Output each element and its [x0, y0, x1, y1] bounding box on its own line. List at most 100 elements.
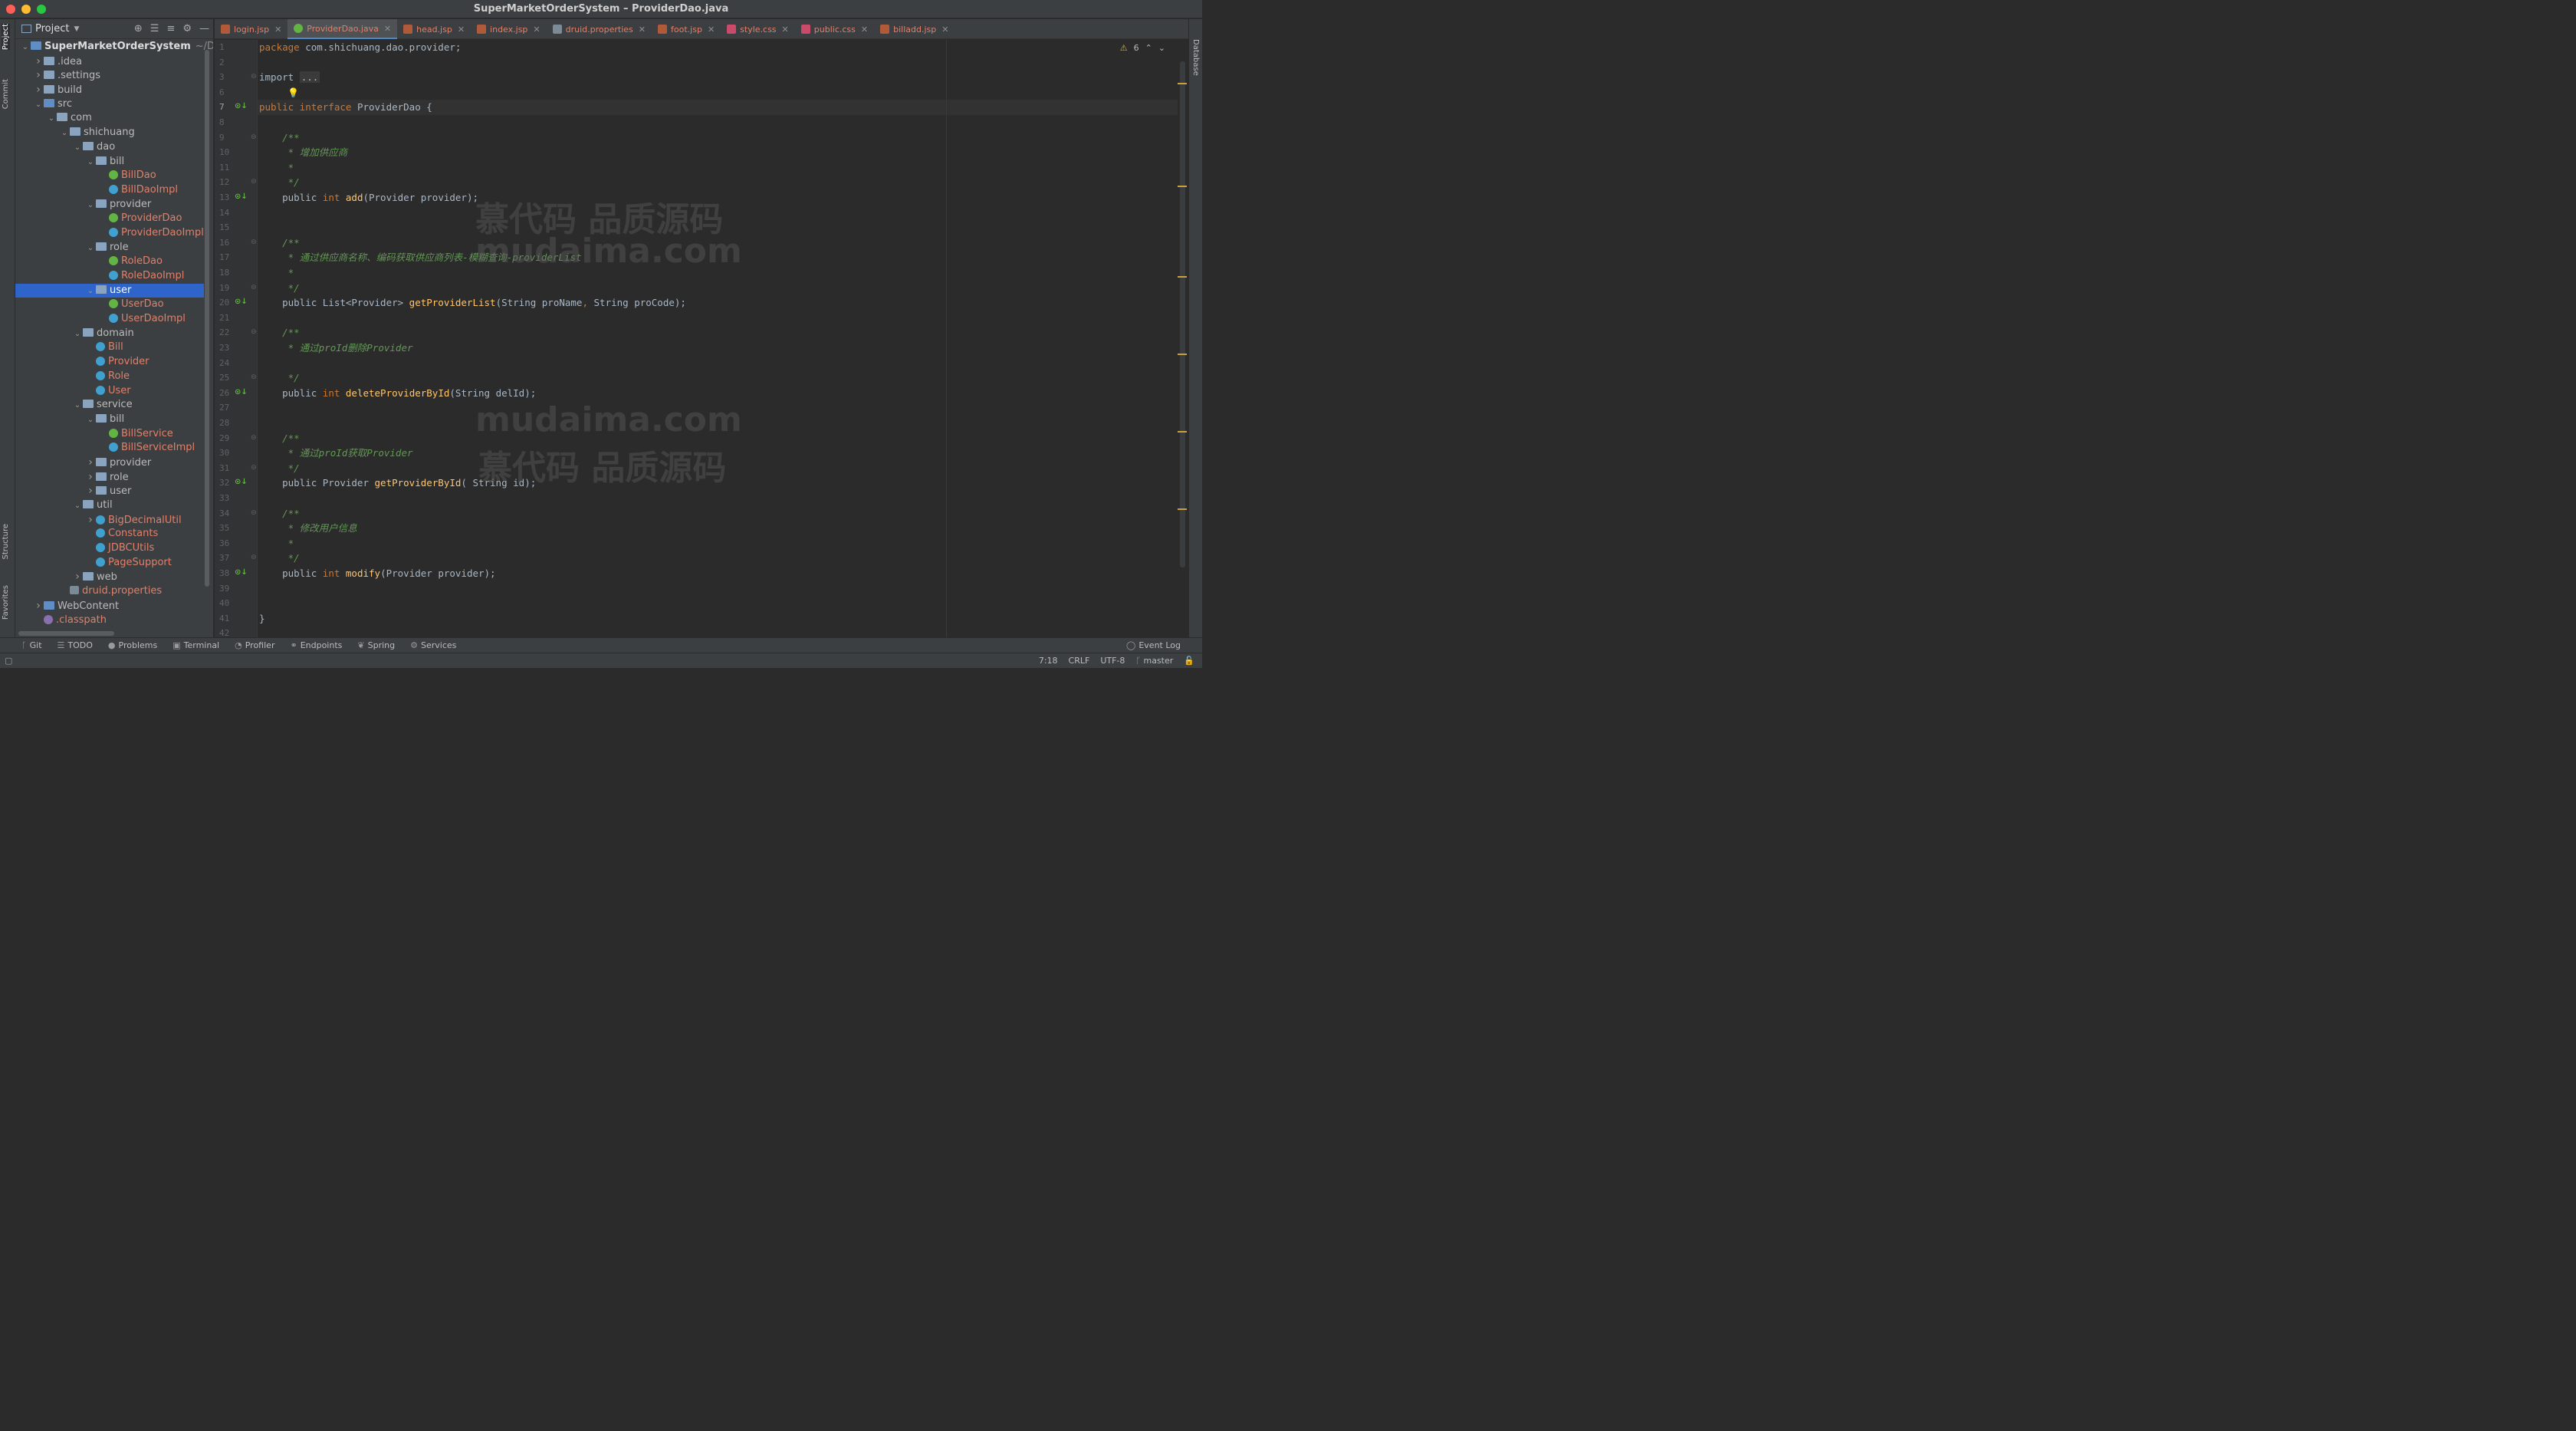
code-line[interactable]: * [259, 536, 294, 551]
fold-toggle-icon[interactable]: ⊖ [251, 464, 257, 472]
editor-gutter[interactable]: 1 2 3 ⊖ 6 7 ⊙↓ 8 9 ⊖ 10 11 12 ⊖ 13 ⊙↓ 14 15 16 ⊖ 17 18 19 ⊖ 20 ⊙↓… [215, 40, 258, 637]
fold-toggle-icon[interactable]: ⊖ [251, 554, 257, 561]
tree-item[interactable]: › build [15, 83, 213, 97]
code-line[interactable]: import ... [259, 70, 320, 85]
code-line[interactable]: /** [259, 235, 300, 251]
locate-icon[interactable]: ⊕ [134, 23, 143, 35]
line-number[interactable]: 17 [219, 252, 236, 262]
code-editor[interactable]: 1 2 3 ⊖ 6 7 ⊙↓ 8 9 ⊖ 10 11 12 ⊖ 13 ⊙↓ 14 15 16 ⊖ 17 18 19 ⊖ 20 ⊙↓… [215, 40, 1188, 637]
line-number[interactable]: 2 [219, 58, 236, 67]
tree-item[interactable]: druid.properties [15, 584, 213, 599]
error-stripe-mark[interactable] [1178, 186, 1187, 187]
implemented-marker-icon[interactable]: ⊙↓ [235, 298, 248, 306]
editor-scrollbar[interactable] [1180, 61, 1185, 567]
line-number[interactable]: 35 [219, 523, 236, 533]
implemented-marker-icon[interactable]: ⊙↓ [235, 568, 248, 577]
chevron-down-icon[interactable]: ⌄ [85, 199, 96, 213]
tool-window-problems[interactable]: ● Problems [108, 640, 157, 650]
code-line[interactable]: public List<Provider> getProviderList(St… [259, 295, 686, 311]
fold-toggle-icon[interactable]: ⊖ [251, 133, 257, 141]
chevron-right-icon[interactable]: › [33, 54, 44, 69]
tree-item[interactable]: ⌄ bill [15, 413, 213, 427]
line-number[interactable]: 25 [219, 373, 236, 383]
line-number[interactable]: 15 [219, 222, 236, 232]
tree-item[interactable]: UserDao [15, 298, 213, 312]
tree-item[interactable]: › role [15, 470, 213, 485]
close-tab-icon[interactable]: ✕ [274, 25, 281, 35]
editor-tab[interactable]: foot.jsp ✕ [652, 19, 721, 39]
code-line[interactable]: public interface ProviderDao { [259, 100, 432, 115]
tree-item[interactable]: User [15, 384, 213, 399]
code-line[interactable]: public int deleteProviderById(String del… [259, 386, 536, 401]
tree-item[interactable]: BillDaoImpl [15, 183, 213, 198]
line-number[interactable]: 12 [219, 177, 236, 187]
line-number[interactable]: 38 [219, 568, 236, 578]
code-line[interactable]: * 增加供应商 [259, 145, 348, 160]
project-vertical-scrollbar[interactable] [205, 50, 209, 587]
code-line[interactable]: */ [259, 461, 300, 476]
implemented-marker-icon[interactable]: ⊙↓ [235, 388, 248, 396]
code-line[interactable]: } [259, 611, 265, 627]
editor-tab[interactable]: ProviderDao.java ✕ [288, 19, 398, 39]
next-highlight-icon[interactable]: ⌄ [1158, 43, 1165, 53]
fold-toggle-icon[interactable]: ⊖ [251, 434, 257, 442]
line-number[interactable]: 16 [219, 238, 236, 248]
close-tab-icon[interactable]: ✕ [384, 24, 391, 34]
line-number[interactable]: 9 [219, 133, 236, 143]
line-number[interactable]: 22 [219, 327, 236, 337]
error-stripe-mark[interactable] [1178, 508, 1187, 510]
tool-window-todo[interactable]: ☰ TODO [58, 640, 93, 650]
tree-item[interactable]: ProviderDao [15, 212, 213, 226]
error-stripe-mark[interactable] [1178, 431, 1187, 433]
line-number[interactable]: 40 [219, 598, 236, 608]
previous-highlight-icon[interactable]: ⌃ [1145, 43, 1152, 53]
chevron-right-icon[interactable]: › [72, 570, 83, 584]
lock-icon[interactable]: 🔓 [1184, 656, 1194, 666]
tree-item[interactable]: › .settings [15, 68, 213, 83]
tree-item[interactable]: › user [15, 484, 213, 498]
line-number[interactable]: 37 [219, 553, 236, 563]
code-line[interactable]: * 修改用户信息 [259, 521, 357, 536]
commit-tool-button[interactable]: Commit [2, 79, 10, 109]
error-stripe-mark[interactable] [1178, 276, 1187, 278]
line-number[interactable]: 8 [219, 117, 236, 127]
chevron-right-icon[interactable]: › [85, 484, 96, 498]
line-number[interactable]: 20 [219, 298, 236, 308]
tree-item[interactable]: .classpath [15, 614, 213, 628]
gear-icon[interactable]: ⚙ [182, 23, 192, 35]
code-line[interactable]: */ [259, 551, 300, 566]
code-line[interactable]: /** [259, 325, 300, 340]
editor-tab[interactable]: public.css ✕ [795, 19, 874, 39]
line-number[interactable]: 34 [219, 508, 236, 518]
tree-item[interactable]: ⌄ dao [15, 140, 213, 155]
tool-window-terminal[interactable]: ▣ Terminal [172, 640, 219, 650]
line-number[interactable]: 36 [219, 538, 236, 548]
chevron-right-icon[interactable]: › [85, 456, 96, 470]
editor-tab[interactable]: index.jsp ✕ [471, 19, 547, 39]
code-line[interactable]: package com.shichuang.dao.provider; [259, 40, 461, 55]
project-horizontal-scrollbar[interactable] [18, 631, 114, 636]
line-separator[interactable]: CRLF [1069, 656, 1090, 666]
tool-window-spring[interactable]: ❦ Spring [357, 640, 395, 650]
code-line[interactable]: public int modify(Provider provider); [259, 566, 495, 581]
tree-item[interactable]: › WebContent [15, 599, 213, 614]
tree-item[interactable]: › .idea [15, 54, 213, 69]
line-number[interactable]: 27 [219, 403, 236, 413]
code-line[interactable]: */ [259, 281, 300, 296]
collapse-all-icon[interactable]: ≡ [166, 23, 175, 35]
fold-toggle-icon[interactable]: ⊖ [251, 73, 257, 81]
line-number[interactable]: 18 [219, 268, 236, 278]
tree-item[interactable]: › provider [15, 456, 213, 470]
tree-item[interactable]: Role [15, 370, 213, 384]
git-branch[interactable]: ᚴ master [1135, 656, 1173, 666]
event-log-button[interactable]: ◯ Event Log [1126, 640, 1181, 650]
chevron-down-icon[interactable]: ⌄ [72, 327, 83, 342]
line-number[interactable]: 39 [219, 584, 236, 594]
tree-item[interactable]: Provider [15, 355, 213, 370]
line-number[interactable]: 26 [219, 388, 236, 398]
fold-toggle-icon[interactable]: ⊖ [251, 178, 257, 186]
editor-tab[interactable]: head.jsp ✕ [397, 19, 471, 39]
tree-item[interactable]: ⌄ src [15, 97, 213, 112]
code-line[interactable]: */ [259, 370, 300, 386]
line-number[interactable]: 14 [219, 208, 236, 218]
